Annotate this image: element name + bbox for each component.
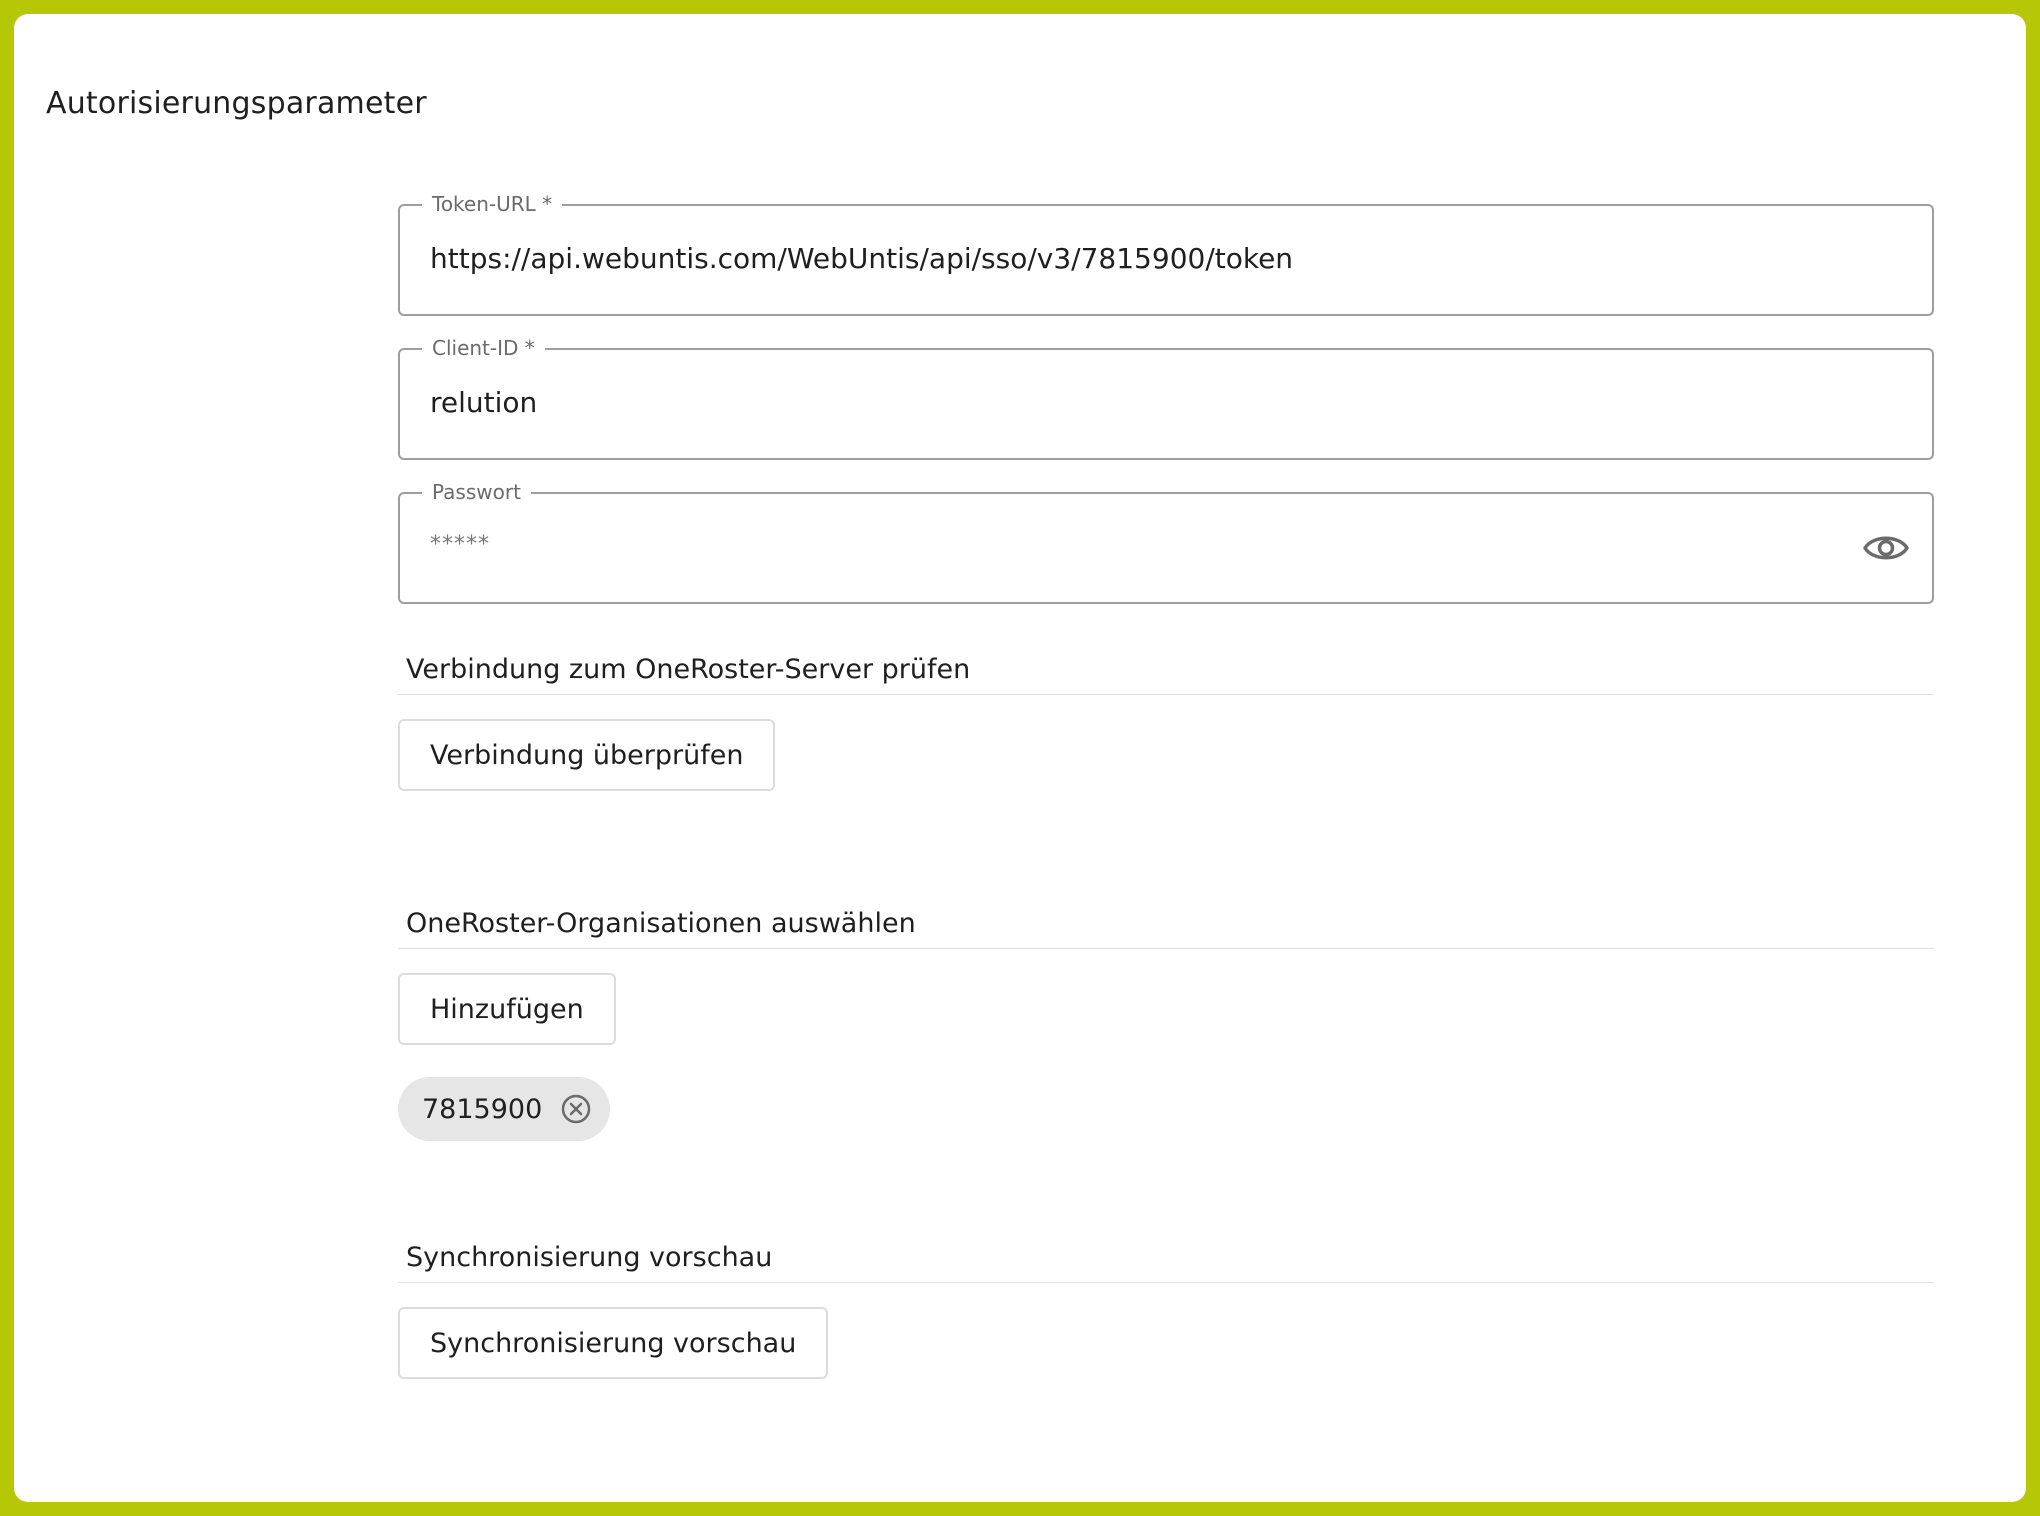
password-label: Passwort	[422, 479, 531, 505]
sync-preview-heading: Synchronisierung vorschau	[406, 1242, 773, 1273]
token-url-label: Token-URL *	[422, 191, 563, 217]
organization-chip-label: 7815900	[422, 1093, 543, 1125]
sync-preview-button[interactable]: Synchronisierung vorschau	[398, 1307, 829, 1379]
client-id-label: Client-ID *	[422, 335, 545, 361]
password-field[interactable]: Passwort *****	[398, 479, 1934, 604]
organizations-divider	[398, 948, 1934, 949]
client-id-field[interactable]: Client-ID * relution	[398, 335, 1934, 460]
add-organization-button[interactable]: Hinzufügen	[398, 973, 616, 1045]
connection-divider	[398, 694, 1934, 695]
authorization-form: Token-URL * https://api.webuntis.com/Web…	[398, 14, 1934, 1502]
close-circle-icon[interactable]	[560, 1093, 592, 1125]
verify-connection-button[interactable]: Verbindung überprüfen	[398, 719, 776, 791]
settings-panel: Autorisierungsparameter Token-URL * http…	[14, 14, 2026, 1502]
sync-preview-divider	[398, 1282, 1934, 1283]
organizations-heading: OneRoster-Organisationen auswählen	[406, 908, 916, 939]
token-url-value[interactable]: https://api.webuntis.com/WebUntis/api/ss…	[430, 242, 1293, 275]
password-value[interactable]: *****	[430, 532, 490, 557]
client-id-value[interactable]: relution	[430, 386, 537, 419]
section-title: Autorisierungsparameter	[46, 86, 427, 121]
eye-icon[interactable]	[1862, 528, 1910, 568]
organization-chip: 7815900	[398, 1077, 611, 1141]
token-url-field[interactable]: Token-URL * https://api.webuntis.com/Web…	[398, 191, 1934, 316]
connection-heading: Verbindung zum OneRoster-Server prüfen	[406, 654, 971, 685]
